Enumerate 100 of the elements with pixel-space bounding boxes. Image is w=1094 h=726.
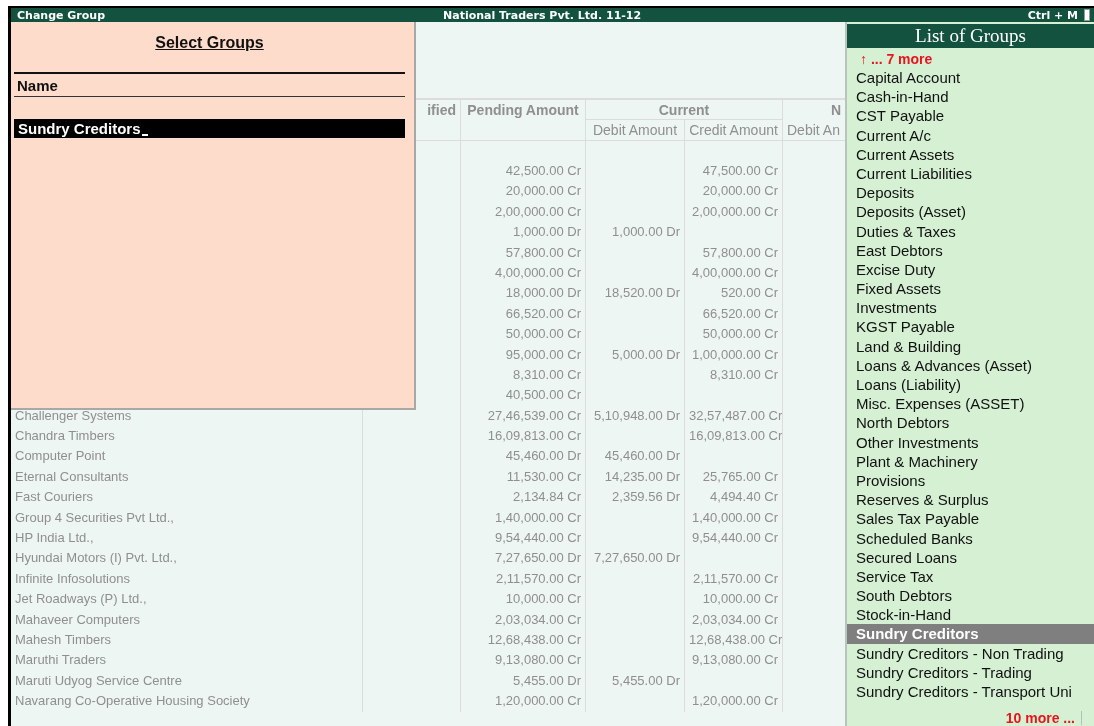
- list-item[interactable]: Fixed Assets: [847, 279, 1094, 299]
- list-item[interactable]: Service Tax: [847, 566, 1094, 587]
- table-cell-text: Jet Roadways (P) Ltd.,: [14, 590, 148, 609]
- list-item[interactable]: East Debtors: [847, 240, 1094, 260]
- name-input-field[interactable]: Sundry Creditors: [14, 119, 405, 138]
- table-cell-text: Mahesh Timbers: [14, 631, 113, 649]
- panel-title: List of Groups: [847, 24, 1094, 48]
- table-cell: 18,000.00 Dr: [460, 283, 585, 304]
- list-item[interactable]: Loans (Liability): [847, 375, 1094, 395]
- list-item[interactable]: Excise Duty: [847, 259, 1094, 280]
- table-cell: 2,00,000.00 Cr: [684, 201, 782, 223]
- table-cell: 2,11,570.00 Cr: [460, 568, 585, 590]
- list-item[interactable]: North Debtors: [847, 413, 1094, 433]
- table-cell-text: Group 4 Securities Pvt Ltd.,: [14, 508, 175, 527]
- table-cell: 10,000.00 Cr: [684, 589, 782, 610]
- table-cell-text: Navarang Co-Operative Housing Society: [14, 692, 251, 711]
- table-cell: 8,310.00 Cr: [684, 364, 782, 386]
- table-cell: 2,00,000.00 Cr: [460, 201, 585, 223]
- table-cell: 16,09,813.00 Cr: [460, 426, 585, 447]
- list-item[interactable]: Misc. Expenses (ASSET): [847, 394, 1094, 414]
- list-item[interactable]: South Debtors: [847, 586, 1094, 606]
- list-item[interactable]: Sundry Creditors - Transport Uni: [847, 682, 1094, 702]
- list-item[interactable]: CST Payable: [847, 106, 1094, 126]
- list-item[interactable]: Sundry Creditors - Non Trading: [847, 643, 1094, 663]
- list-item[interactable]: Provisions: [847, 470, 1094, 491]
- table-cell: 45,460.00 Dr: [585, 446, 684, 467]
- list-item[interactable]: Current Assets: [847, 144, 1094, 164]
- list-item[interactable]: Current A/c: [847, 125, 1094, 145]
- table-cell: 11,530.00 Cr: [460, 466, 585, 488]
- list-item[interactable]: Sundry Creditors: [847, 624, 1094, 644]
- list-item[interactable]: Scheduled Banks: [847, 528, 1094, 548]
- list-item[interactable]: Land & Building: [847, 336, 1094, 356]
- company-name: National Traders Pvt. Ltd. 11-12: [443, 8, 642, 22]
- dialog-title: Select Groups: [155, 34, 264, 51]
- table-cell: 50,000.00 Cr: [684, 324, 782, 345]
- table-cell: 14,235.00 Dr: [585, 466, 684, 488]
- table-cell-text: Chandra Timbers: [14, 427, 116, 446]
- table-cell: 45,460.00 Dr: [460, 446, 585, 467]
- list-item[interactable]: Deposits: [847, 183, 1094, 203]
- table-cell: 2,11,570.00 Cr: [684, 568, 782, 590]
- table-cell: 2,03,034.00 Cr: [684, 609, 782, 630]
- table-cell: 20,000.00 Cr: [460, 181, 585, 202]
- table-cell: 25,765.00 Cr: [684, 466, 782, 488]
- table-cell: 66,520.00 Cr: [684, 303, 782, 325]
- table-cell: 4,00,000.00 Cr: [460, 262, 585, 284]
- shortcut-label: Ctrl + M: [1027, 8, 1078, 22]
- more-below-link[interactable]: 10 more ...: [1005, 709, 1075, 726]
- table-cell: 18,520.00 Dr: [585, 283, 684, 304]
- table-cell-text: Mahaveer Computers: [14, 610, 141, 629]
- list-item[interactable]: Secured Loans: [847, 547, 1094, 567]
- list-item[interactable]: Reserves & Surplus: [847, 490, 1094, 510]
- list-item[interactable]: Loans & Advances (Asset): [847, 355, 1094, 375]
- table-cell: 5,455.00 Dr: [585, 670, 684, 692]
- table-cell: 10,000.00 Cr: [460, 589, 585, 610]
- column-header: Name: [14, 72, 405, 97]
- list-item[interactable]: Current Liabilities: [847, 163, 1094, 184]
- table-cell: 12,68,438.00 Cr: [684, 630, 782, 651]
- table-cell-text: Maruti Udyog Service Centre: [14, 671, 183, 690]
- table-cell: 1,00,000.00 Cr: [684, 344, 782, 365]
- table-cell-text: Hyundai Motors (I) Pvt. Ltd.,: [14, 549, 178, 568]
- table-cell-text: Computer Point: [14, 447, 107, 466]
- list-item[interactable]: Capital Account: [847, 68, 1094, 88]
- list-item[interactable]: KGST Payable: [847, 317, 1094, 337]
- table-cell: 1,20,000.00 Cr: [684, 691, 782, 712]
- list-item[interactable]: Sales Tax Payable: [847, 509, 1094, 529]
- table-cell-text: Challenger Systems: [14, 406, 133, 425]
- list-item[interactable]: Sundry Creditors - Trading: [847, 662, 1094, 682]
- table-cell: 4,494.40 Cr: [684, 487, 782, 508]
- table-cell: 2,359.56 Dr: [585, 487, 684, 508]
- table-cell: 2,03,034.00 Cr: [460, 609, 585, 630]
- table-cell: 1,40,000.00 Cr: [460, 507, 585, 529]
- table-cell: 32,57,487.00 Cr: [684, 405, 782, 427]
- table-cell: 40,500.00 Cr: [460, 385, 585, 406]
- list-item[interactable]: Deposits (Asset): [847, 202, 1094, 222]
- column-header: Current: [585, 100, 782, 120]
- table-cell: 520.00 Cr: [684, 283, 782, 304]
- list-item[interactable]: Duties & Taxes: [847, 221, 1094, 241]
- list-item[interactable]: Investments: [847, 298, 1094, 318]
- window-button-icon[interactable]: [1084, 9, 1090, 21]
- table-cell-text: Eternal Consultants: [14, 467, 130, 486]
- table-cell: 57,800.00 Cr: [460, 242, 585, 263]
- table-cell: 1,000.00 Dr: [585, 222, 684, 243]
- table-cell: 9,54,440.00 Cr: [460, 528, 585, 549]
- table-cell: 7,27,650.00 Dr: [460, 548, 585, 569]
- table-cell-text: Infinite Infosolutions: [14, 569, 131, 588]
- column-header: Pending Amount: [460, 100, 585, 120]
- table-cell: 42,500.00 Cr: [460, 161, 585, 182]
- table-cell: 16,09,813.00 Cr: [684, 426, 782, 447]
- list-item[interactable]: Stock-in-Hand: [847, 605, 1094, 625]
- table-cell: 1,40,000.00 Cr: [684, 507, 782, 529]
- list-item[interactable]: Plant & Machinery: [847, 451, 1094, 471]
- table-cell: 5,455.00 Dr: [460, 670, 585, 692]
- table-cell: 5,10,948.00 Dr: [585, 405, 684, 427]
- table-cell: 4,00,000.00 Cr: [684, 262, 782, 284]
- list-item[interactable]: Other Investments: [847, 432, 1094, 452]
- more-above-link[interactable]: ↑ ... 7 more: [847, 50, 1094, 68]
- table-cell-text: Fast Couriers: [14, 488, 95, 507]
- table-cell: 7,27,650.00 Dr: [585, 548, 684, 569]
- table-cell: 12,68,438.00 Cr: [460, 630, 585, 651]
- list-item[interactable]: Cash-in-Hand: [847, 87, 1094, 107]
